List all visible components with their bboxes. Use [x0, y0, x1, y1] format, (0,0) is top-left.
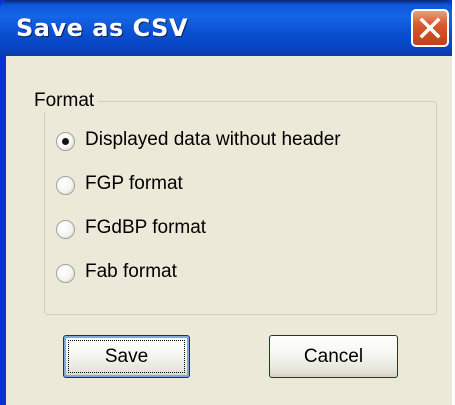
radio-option-label: Fab format [85, 261, 177, 282]
cancel-button-label: Cancel [303, 346, 364, 367]
radio-button-icon[interactable] [56, 132, 75, 151]
dialog-body: Format Displayed data without header FGP… [6, 56, 452, 405]
save-button[interactable]: Save [63, 335, 190, 378]
close-button[interactable] [411, 9, 449, 47]
save-as-csv-dialog: Save as CSV Format Displayed data withou… [0, 0, 452, 405]
radio-button-icon[interactable] [56, 176, 75, 195]
radio-selected-dot [62, 138, 69, 145]
radio-option-label: FGP format [85, 173, 183, 194]
radio-option-label: Displayed data without header [85, 129, 341, 150]
dialog-title: Save as CSV [16, 14, 189, 42]
radio-button-icon[interactable] [56, 264, 75, 283]
close-icon [419, 17, 441, 39]
radio-option-label: FGdBP format [85, 217, 207, 238]
format-group-label: Format [30, 90, 99, 112]
radio-button-icon[interactable] [56, 220, 75, 239]
cancel-button[interactable]: Cancel [269, 335, 398, 378]
title-bar[interactable]: Save as CSV [0, 0, 452, 56]
save-button-label: Save [104, 346, 149, 367]
